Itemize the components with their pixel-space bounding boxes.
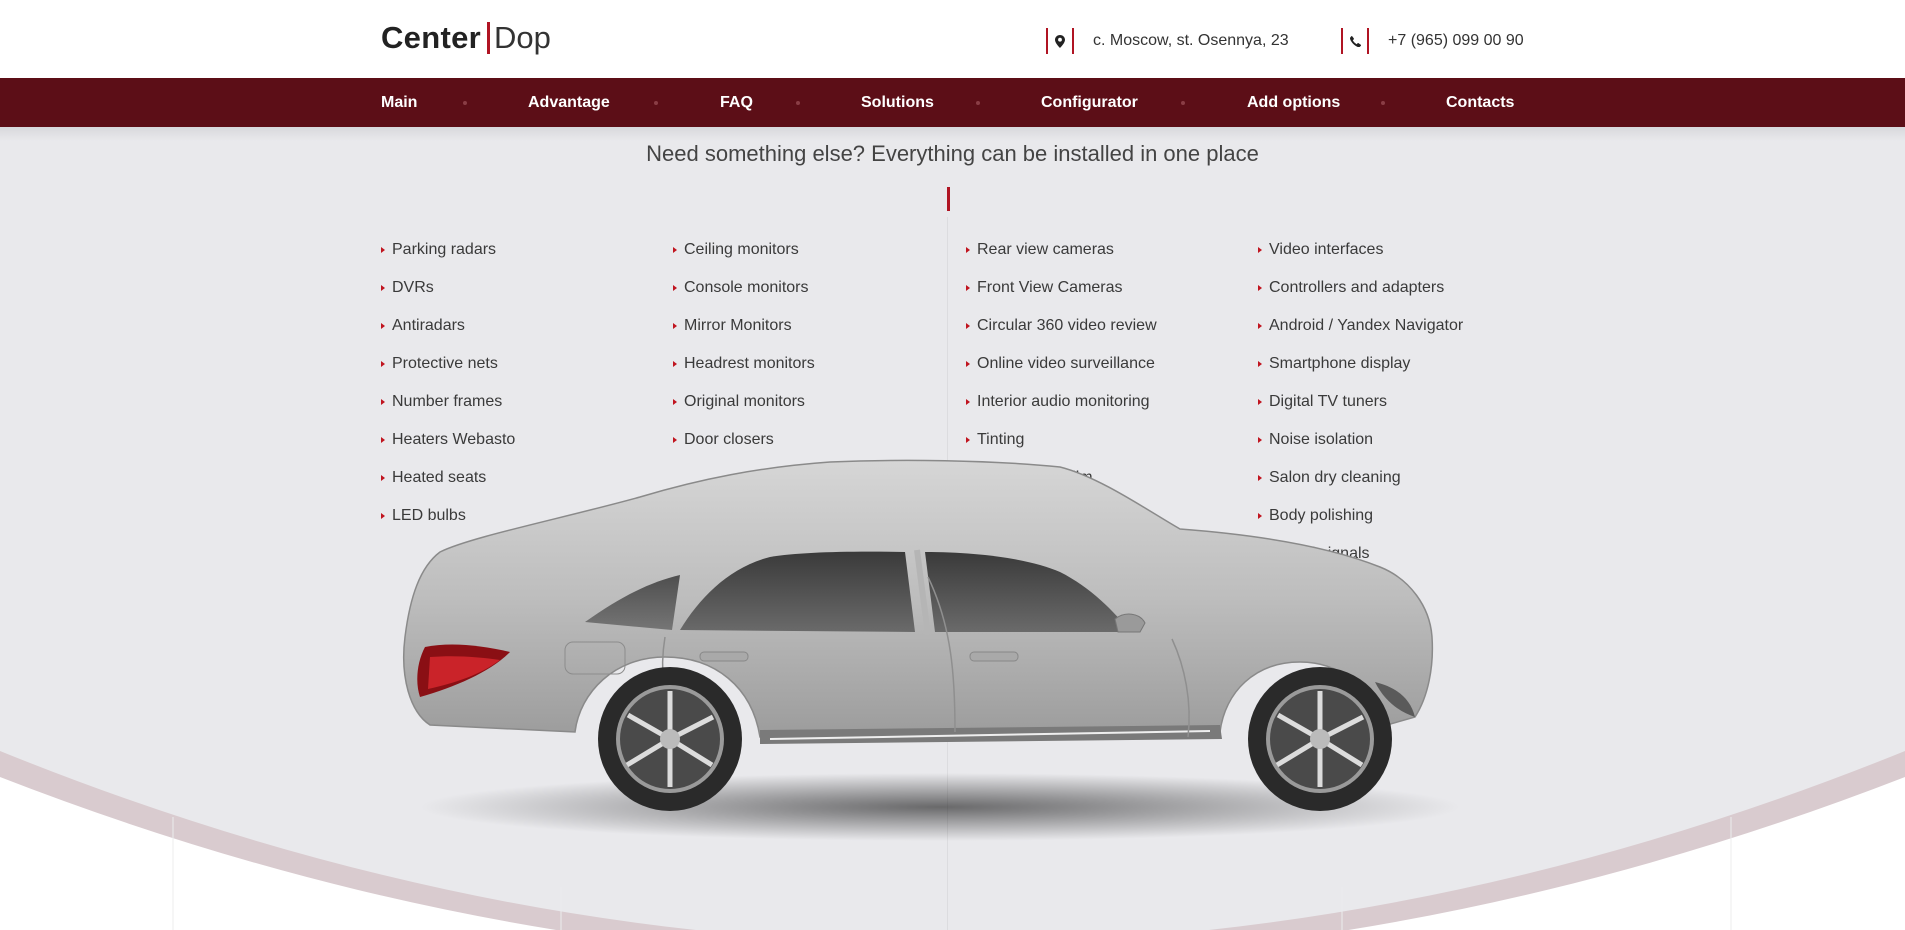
phone-icon	[1341, 28, 1369, 54]
nav-separator-dot	[463, 101, 467, 105]
logo[interactable]: Center Dop	[381, 19, 551, 57]
phone-number[interactable]: +7 (965) 099 00 90	[1388, 32, 1524, 50]
nav-item-configurator[interactable]: Configurator	[1041, 78, 1138, 127]
logo-text-dop: Dop	[494, 20, 551, 55]
nav-separator-dot	[654, 101, 658, 105]
nav-item-contacts[interactable]: Contacts	[1446, 78, 1514, 127]
address-text: c. Moscow, st. Osennya, 23	[1093, 32, 1289, 49]
nav-item-main[interactable]: Main	[381, 78, 417, 127]
logo-text-center: Center	[381, 20, 481, 55]
nav-separator-dot	[796, 101, 800, 105]
phone-block[interactable]: +7 (965) 099 00 90	[1341, 28, 1524, 54]
car-image	[402, 459, 1460, 841]
nav-item-solutions[interactable]: Solutions	[861, 78, 934, 127]
nav-separator-dot	[1181, 101, 1185, 105]
map-pin-icon	[1046, 28, 1074, 54]
nav-separator-dot	[1381, 101, 1385, 105]
nav-separator-dot	[976, 101, 980, 105]
nav-item-advantage[interactable]: Advantage	[528, 78, 610, 127]
site-header: Center Dop c. Moscow, st. Osennya, 23 +7…	[0, 0, 1905, 78]
main-nav: Main Advantage FAQ Solutions Configurato…	[0, 78, 1905, 127]
address-block: c. Moscow, st. Osennya, 23	[1046, 28, 1289, 54]
nav-item-add-options[interactable]: Add options	[1247, 78, 1340, 127]
add-options-section: Need something else? Everything can be i…	[0, 127, 1905, 930]
logo-divider	[487, 22, 490, 54]
nav-item-faq[interactable]: FAQ	[720, 78, 753, 127]
